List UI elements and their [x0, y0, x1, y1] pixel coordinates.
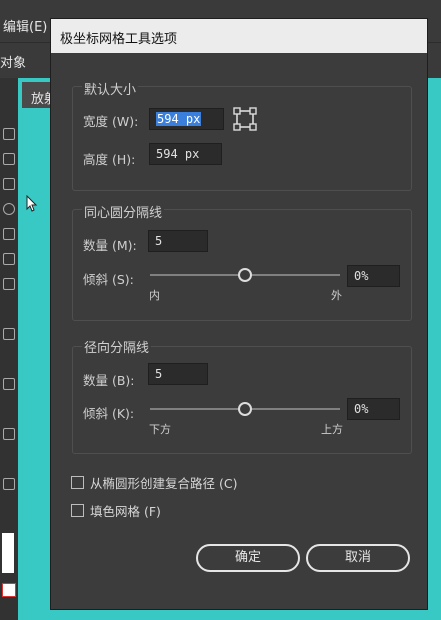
tool-icon[interactable]: [3, 153, 15, 165]
dialog-title: 极坐标网格工具选项: [60, 32, 178, 47]
radial-skew-field[interactable]: 0%: [347, 398, 400, 420]
concentric-skew-max-label: 外: [331, 289, 342, 302]
tool-icon[interactable]: [3, 228, 15, 240]
radial-count-field[interactable]: 5: [148, 363, 208, 385]
compound-path-checkbox[interactable]: [71, 476, 84, 489]
tool-icon[interactable]: [3, 253, 15, 265]
concentric-skew-slider-knob[interactable]: [238, 268, 252, 282]
tool-icon[interactable]: [3, 478, 15, 490]
radial-dividers-title: 径向分隔线: [82, 337, 152, 356]
menu-edit[interactable]: 编辑(E): [3, 16, 47, 35]
polar-grid-options-dialog: 极坐标网格工具选项 默认大小 宽度 (W): 594 px 高度 (H): 59…: [50, 18, 428, 610]
radial-skew-max-label: 上方: [321, 423, 343, 436]
concentric-skew-field[interactable]: 0%: [347, 265, 400, 287]
height-label: 高度 (H):: [83, 152, 136, 167]
tool-icon[interactable]: [3, 278, 15, 290]
object-label[interactable]: 对象: [0, 52, 26, 71]
tool-icon[interactable]: [3, 128, 15, 140]
concentric-skew-min-label: 内: [149, 289, 160, 302]
concentric-skew-label: 倾斜 (S):: [83, 272, 134, 287]
width-field[interactable]: 594 px: [149, 108, 224, 130]
compound-path-label[interactable]: 从椭圆形创建复合路径 (C): [90, 473, 237, 492]
cursor-arrow-icon: [26, 194, 38, 217]
default-size-title: 默认大小: [82, 79, 139, 98]
concentric-count-field[interactable]: 5: [148, 230, 208, 252]
color-mode-icon[interactable]: [2, 583, 16, 597]
cancel-button[interactable]: 取消: [306, 544, 410, 572]
radial-skew-label: 倾斜 (K):: [83, 406, 135, 421]
radial-count-label: 数量 (B):: [83, 373, 135, 388]
radial-skew-min-label: 下方: [149, 423, 171, 436]
height-field[interactable]: 594 px: [149, 143, 222, 165]
constrain-proportions-icon[interactable]: [233, 107, 257, 135]
width-label: 宽度 (W):: [83, 114, 139, 129]
fill-swatch[interactable]: [2, 533, 14, 573]
radial-skew-slider-knob[interactable]: [238, 402, 252, 416]
polar-grid-tool-icon[interactable]: [3, 203, 15, 215]
tool-icon[interactable]: [3, 178, 15, 190]
default-size-group: [72, 86, 412, 191]
fill-grid-label[interactable]: 填色网格 (F): [90, 501, 161, 520]
ok-button[interactable]: 确定: [196, 544, 300, 572]
tool-icon[interactable]: [3, 378, 15, 390]
tool-icon[interactable]: [3, 428, 15, 440]
concentric-dividers-title: 同心圆分隔线: [82, 202, 165, 221]
concentric-count-label: 数量 (M):: [83, 238, 137, 253]
tools-panel: [0, 78, 18, 620]
fill-grid-checkbox[interactable]: [71, 504, 84, 517]
tool-icon[interactable]: [3, 328, 15, 340]
